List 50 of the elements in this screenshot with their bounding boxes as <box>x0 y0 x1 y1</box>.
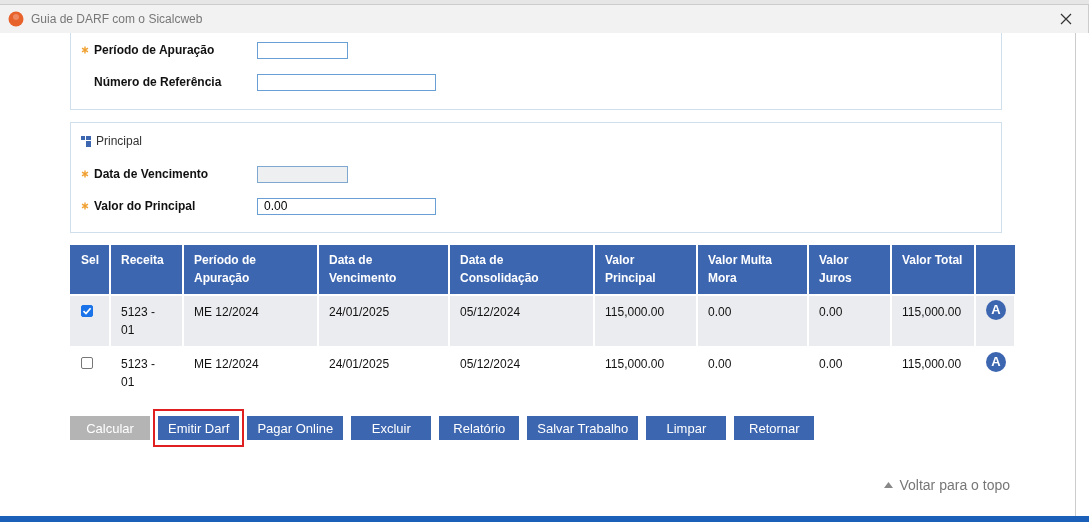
action-button[interactable]: Salvar Trabalho <box>527 416 639 440</box>
table-cell: 115,000.00 <box>605 305 665 319</box>
table-cell: 05/12/2024 <box>460 305 521 319</box>
table-cell-text: 5123 - 01 <box>121 304 157 339</box>
checkbox[interactable] <box>81 357 93 369</box>
window-title: Guia de DARF com o Sicalcweb <box>31 12 203 26</box>
table-cell: 0.00 <box>708 305 732 319</box>
section-title: Principal <box>96 134 143 148</box>
column-header: Valor Total <box>891 245 975 295</box>
table-cell-text: 5123 - 01 <box>121 356 157 391</box>
column-header: Receita <box>110 245 183 295</box>
field-label: Valor do Principal <box>94 199 197 213</box>
column-header: Valor Multa Mora <box>697 245 808 295</box>
back-to-top-link[interactable]: Voltar para o topo <box>884 477 1010 493</box>
column-header: Data de Vencimento <box>318 245 449 295</box>
table-cell: ME 12/2024 <box>194 305 259 319</box>
field-label: Data de Vencimento <box>94 167 210 181</box>
field-label: Período de Apuração <box>94 43 216 57</box>
table-cell: 0.00 <box>708 357 732 371</box>
table-cell: 24/01/2025 <box>329 357 390 371</box>
column-header: Período de Apuração <box>183 245 318 295</box>
table-cell: 05/12/2024 <box>460 357 521 371</box>
column-header: Sel <box>70 245 110 295</box>
table-cell: 115,000.00 <box>902 357 962 371</box>
letter-badge-icon[interactable]: A <box>986 300 1006 320</box>
action-button[interactable]: Excluir <box>351 416 432 440</box>
action-button[interactable]: Pagar Online <box>247 416 344 440</box>
letter-badge-icon[interactable]: A <box>986 352 1006 372</box>
table-cell: 24/01/2025 <box>329 305 390 319</box>
table-cell: ME 12/2024 <box>194 357 259 371</box>
table-cell: 115,000.00 <box>605 357 665 371</box>
action-button[interactable]: Emitir Darf <box>158 416 240 440</box>
field-label: Número de Referência <box>94 75 223 89</box>
up-triangle-icon <box>884 482 894 488</box>
checkbox[interactable] <box>81 305 93 317</box>
input-field[interactable] <box>257 41 348 59</box>
close-icon[interactable] <box>1060 13 1072 25</box>
column-header: Valor Juros <box>808 245 891 295</box>
input-field[interactable] <box>257 73 436 91</box>
column-header: Valor Principal <box>594 245 697 295</box>
action-button[interactable]: Limpar <box>646 416 727 440</box>
table-cell: 0.00 <box>819 357 843 371</box>
column-header: Data de Consolidação <box>449 245 594 295</box>
section-icon <box>81 135 92 147</box>
app-logo-icon <box>8 11 24 27</box>
action-button[interactable]: Relatório <box>439 416 520 440</box>
table-cell: 0.00 <box>819 305 843 319</box>
input-field[interactable]: 0.00 <box>257 197 436 215</box>
action-button[interactable]: Retornar <box>734 416 815 440</box>
table-cell: 115,000.00 <box>902 305 962 319</box>
